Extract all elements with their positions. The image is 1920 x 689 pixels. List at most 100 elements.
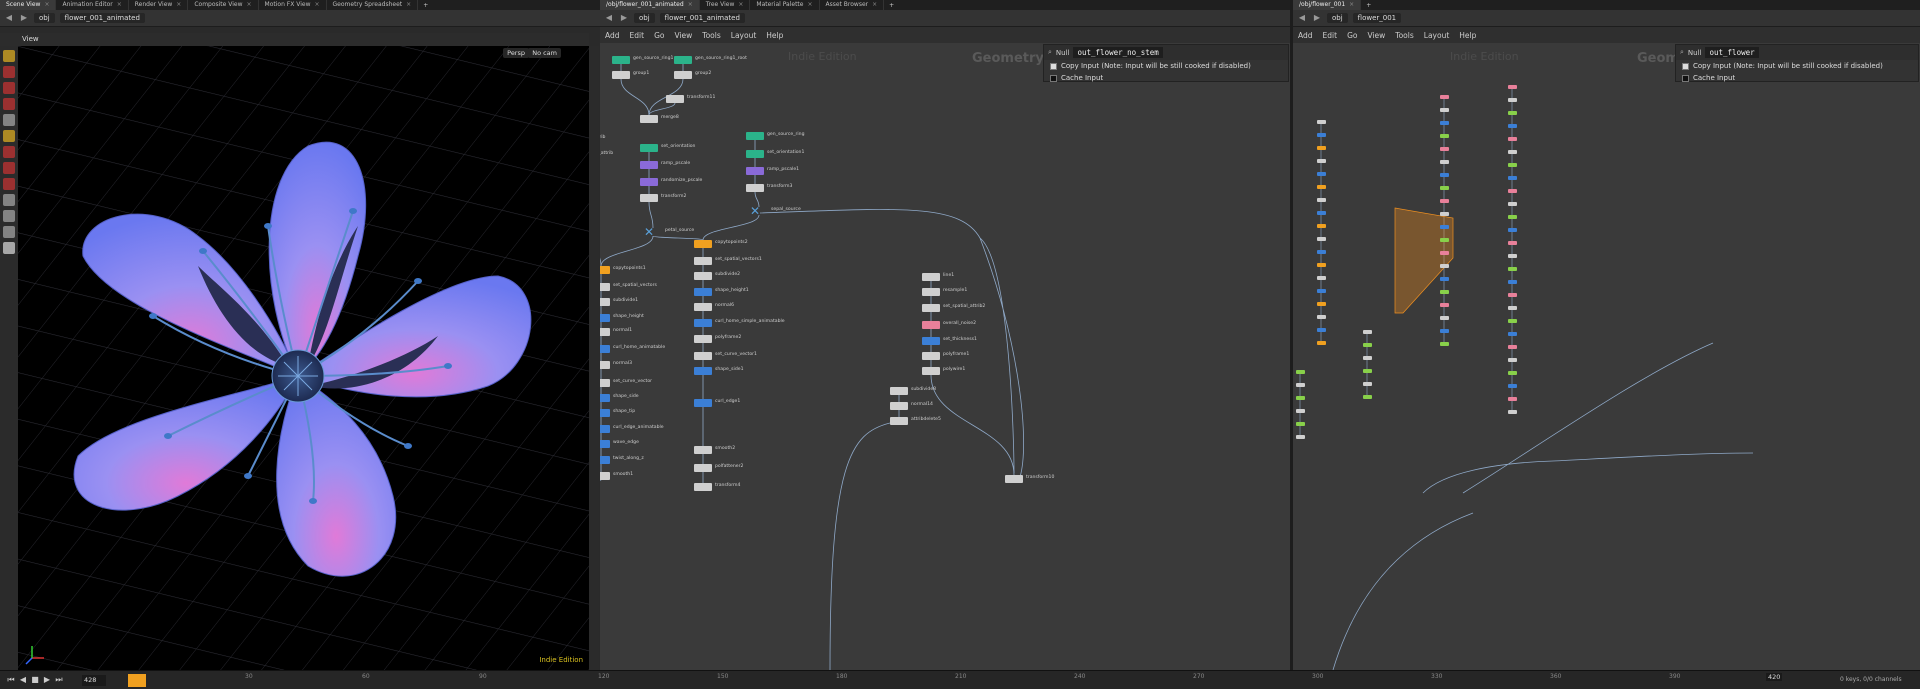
network-node[interactable] — [600, 361, 610, 369]
network-node[interactable] — [694, 464, 712, 472]
network-node[interactable] — [1508, 111, 1517, 115]
network-node[interactable] — [1317, 133, 1326, 137]
network-node[interactable] — [1440, 251, 1449, 255]
tool-icon[interactable] — [3, 194, 15, 206]
network-node[interactable] — [1363, 330, 1372, 334]
playback-button[interactable]: ▶ — [42, 675, 52, 685]
network-node[interactable] — [1317, 159, 1326, 163]
persp-menu[interactable]: Persp — [503, 48, 529, 58]
network-node[interactable] — [1440, 212, 1449, 216]
tool-icon[interactable] — [3, 66, 15, 78]
network-node[interactable] — [674, 71, 692, 79]
network-node[interactable] — [890, 402, 908, 410]
tool-icon[interactable] — [3, 114, 15, 126]
back-icon[interactable]: ◀ — [4, 13, 14, 23]
network-node[interactable] — [1317, 172, 1326, 176]
network-node[interactable] — [1440, 277, 1449, 281]
menu-go[interactable]: Go — [1342, 31, 1362, 40]
playback-button[interactable]: ⏮ — [6, 675, 16, 685]
breadcrumb-node[interactable]: flower_001 — [1352, 13, 1402, 23]
network-node[interactable] — [1508, 410, 1517, 414]
network-node[interactable] — [694, 288, 712, 296]
network-node[interactable] — [1440, 329, 1449, 333]
network-node[interactable] — [922, 321, 940, 329]
network-node[interactable] — [1440, 225, 1449, 229]
breadcrumb-node[interactable]: flower_001_animated — [59, 13, 145, 23]
network-node[interactable] — [1508, 332, 1517, 336]
network-node[interactable] — [694, 446, 712, 454]
menu-layout[interactable]: Layout — [726, 31, 762, 40]
menu-tools[interactable]: Tools — [697, 31, 725, 40]
timeline-ruler[interactable]: 30 60 90 120 150 180 210 240 270 300 330 360 390 — [120, 671, 1760, 689]
close-icon[interactable]: × — [117, 1, 122, 8]
network-node[interactable] — [1508, 176, 1517, 180]
network-node[interactable] — [1508, 254, 1517, 258]
network-node[interactable] — [694, 367, 712, 375]
network-node[interactable] — [922, 367, 940, 375]
tool-icon[interactable] — [3, 242, 15, 254]
forward-icon[interactable]: ▶ — [619, 13, 629, 23]
network-node[interactable] — [1508, 280, 1517, 284]
network-node[interactable] — [1508, 241, 1517, 245]
tab[interactable]: Composite View × — [188, 0, 259, 10]
network-node[interactable] — [922, 288, 940, 296]
network-node[interactable] — [746, 132, 764, 140]
tool-icon[interactable] — [3, 162, 15, 174]
network-node[interactable] — [1440, 238, 1449, 242]
menu-view[interactable]: View — [1362, 31, 1390, 40]
network-node[interactable] — [1317, 211, 1326, 215]
network-node[interactable] — [1440, 160, 1449, 164]
network-node[interactable] — [600, 394, 610, 402]
network-node[interactable] — [1440, 147, 1449, 151]
network-node-icon[interactable]: ✕ — [750, 205, 762, 217]
network-node[interactable] — [640, 115, 658, 123]
network-node[interactable] — [1296, 370, 1305, 374]
network-node[interactable] — [922, 273, 940, 281]
menu-view[interactable]: View — [669, 31, 697, 40]
network-node[interactable] — [1508, 189, 1517, 193]
close-icon[interactable]: × — [688, 1, 693, 8]
network-node[interactable] — [694, 272, 712, 280]
breadcrumb-root[interactable]: obj — [1327, 13, 1348, 23]
network-node[interactable] — [1440, 199, 1449, 203]
menu-add[interactable]: Add — [1293, 31, 1318, 40]
network-node[interactable] — [600, 283, 610, 291]
network-node[interactable] — [1440, 173, 1449, 177]
network-node[interactable] — [1440, 108, 1449, 112]
network-node[interactable] — [666, 95, 684, 103]
network-node[interactable] — [1508, 98, 1517, 102]
tool-icon[interactable] — [3, 50, 15, 62]
network-node[interactable] — [1440, 186, 1449, 190]
network-node[interactable] — [600, 425, 610, 433]
network-node[interactable] — [1317, 263, 1326, 267]
tool-icon[interactable] — [3, 130, 15, 142]
network-node[interactable] — [1508, 345, 1517, 349]
network-node[interactable] — [600, 379, 610, 387]
network-node[interactable] — [1508, 228, 1517, 232]
network-node[interactable] — [694, 319, 712, 327]
breadcrumb-root[interactable]: obj — [34, 13, 55, 23]
network-node[interactable] — [600, 314, 610, 322]
middle-network-pane[interactable]: Indie Edition Geometry ⌕ Null out_flower… — [600, 43, 1290, 670]
network-node[interactable] — [1317, 250, 1326, 254]
network-node[interactable] — [1363, 356, 1372, 360]
menu-help[interactable]: Help — [761, 31, 788, 40]
network-node[interactable] — [600, 440, 610, 448]
menu-edit[interactable]: Edit — [1318, 31, 1343, 40]
close-icon[interactable]: × — [315, 1, 320, 8]
tool-icon[interactable] — [3, 178, 15, 190]
network-node[interactable] — [746, 167, 764, 175]
network-node[interactable] — [612, 71, 630, 79]
network-node[interactable] — [1508, 384, 1517, 388]
end-frame-field[interactable]: 420 — [1766, 673, 1783, 681]
tool-icon[interactable] — [3, 82, 15, 94]
network-node[interactable] — [1508, 397, 1517, 401]
network-node[interactable] — [694, 352, 712, 360]
network-node-icon[interactable]: ✕ — [644, 226, 656, 238]
network-node[interactable] — [1317, 276, 1326, 280]
network-node[interactable] — [1440, 121, 1449, 125]
network-node[interactable] — [612, 56, 630, 64]
network-node[interactable] — [1296, 396, 1305, 400]
network-node[interactable] — [600, 345, 610, 353]
menu-help[interactable]: Help — [1454, 31, 1481, 40]
